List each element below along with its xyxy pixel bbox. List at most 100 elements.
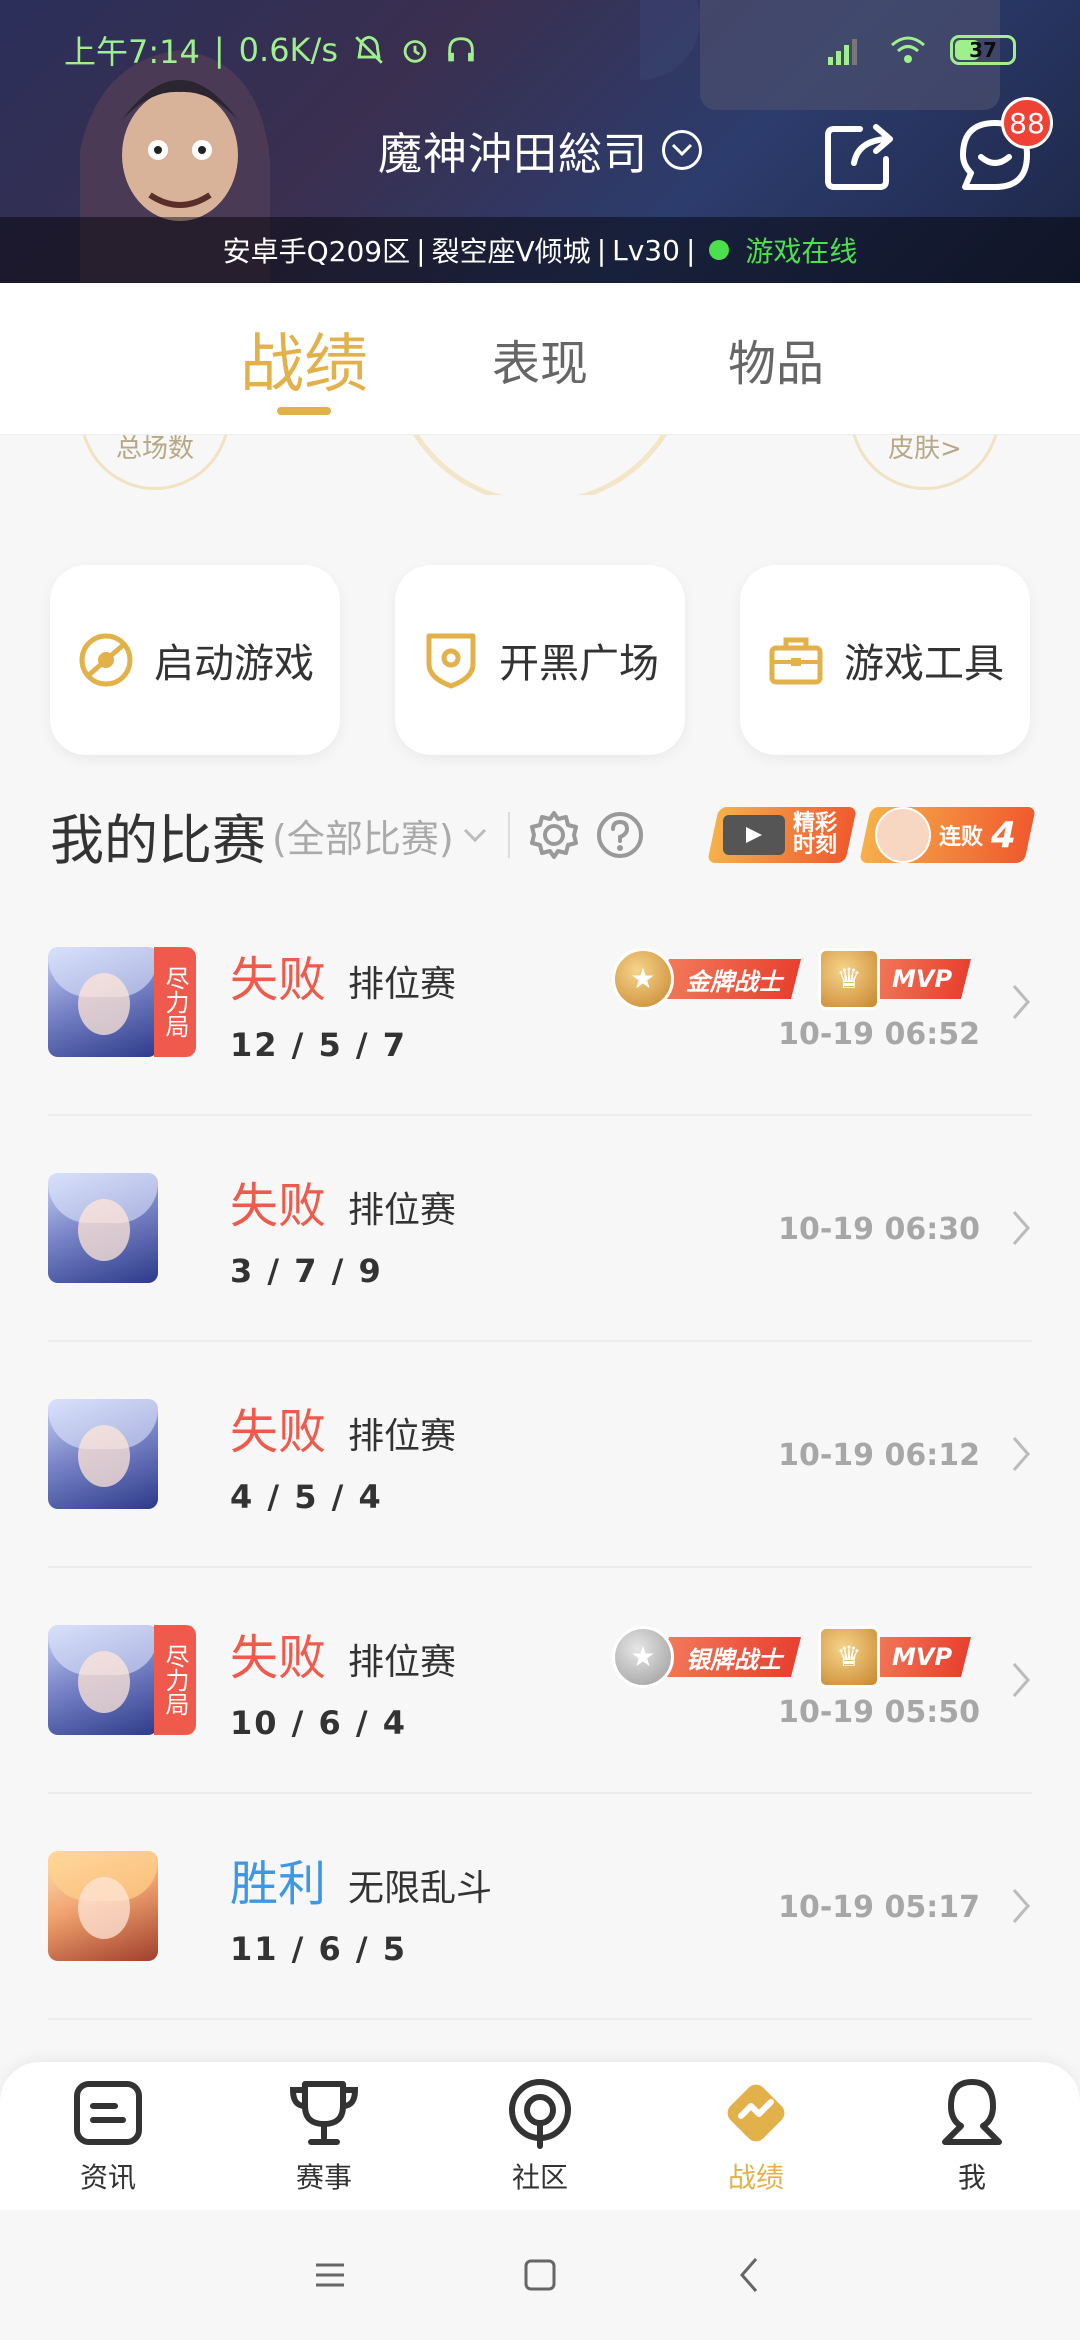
menu-icon[interactable] [310, 2255, 350, 2295]
match-mode: 无限乱斗 [348, 1868, 493, 1909]
toolbox-icon [769, 637, 823, 685]
team-square-button[interactable]: 开黑广场 [395, 565, 685, 755]
match-time: 10-19 05:50 [778, 1694, 980, 1730]
nav-records[interactable]: 战绩 [676, 2076, 836, 2196]
losing-streak-banner[interactable]: 连败 4 [858, 807, 1036, 863]
status-bar: 上午7:14 | 0.6K/s 37 [0, 0, 1080, 100]
match-time: 10-19 06:30 [778, 1211, 980, 1247]
trophy-icon: ♛ [817, 947, 880, 1010]
community-icon [509, 2079, 571, 2149]
tab-performance[interactable]: 表现 [422, 283, 658, 435]
award-label: MVP [891, 964, 952, 993]
effort-tag-text: 尽力局 [161, 966, 189, 1038]
game-tools-button[interactable]: 游戏工具 [740, 565, 1030, 755]
highlight-line1: 精彩 [792, 811, 837, 836]
highlight-moments-text: 精彩 时刻 [792, 811, 837, 858]
matches-banners: 精彩 时刻 连败 4 [706, 807, 1036, 863]
effort-tag: 尽力局 [154, 947, 196, 1057]
launch-game-label: 启动游戏 [154, 641, 314, 687]
nav-events[interactable]: 赛事 [244, 2076, 404, 2196]
match-meta: 10-19 06:30 [778, 1116, 1032, 1342]
video-camera-icon [722, 815, 785, 855]
match-meta: 10-19 06:12 [778, 1342, 1032, 1568]
profile-header: 上午7:14 | 0.6K/s 37 魔神沖田総司 88 安卓手Q209区 | … [0, 0, 1080, 283]
gear-icon[interactable] [528, 809, 580, 861]
chevron-right-icon [1012, 1663, 1030, 1697]
silver-medal-icon: ★ [611, 1625, 674, 1688]
matches-header: 我的比赛 (全部比赛) 精彩 时刻 连败 4 [50, 795, 1036, 875]
nav-community[interactable]: 社区 [460, 2076, 620, 2196]
back-icon[interactable] [730, 2255, 770, 2295]
nav-news[interactable]: 资讯 [28, 2076, 188, 2196]
match-awards: ★ 银牌战士 ♛ MVP [611, 1625, 980, 1688]
headphone-icon [448, 37, 474, 62]
player-name: 魔神沖田総司 [378, 129, 648, 180]
hero-avatar [48, 1851, 158, 1961]
mvp-award: ♛ MVP [817, 947, 980, 1010]
status-network-speed: 0.6K/s [238, 31, 338, 69]
total-games-circle[interactable]: 总场数 [80, 435, 230, 490]
home-icon[interactable] [520, 2255, 560, 2295]
mute-icon [355, 35, 383, 64]
match-row[interactable]: 尽力局 失败 排位赛 12 / 5 / 7 ★ 金牌战士 ♛ MVP 10-19… [48, 890, 1032, 1116]
highlight-line2: 时刻 [792, 833, 837, 858]
gold-medal-icon: ★ [611, 947, 674, 1010]
player-level: Lv30 [612, 233, 680, 267]
award-label: 金牌战士 [685, 967, 782, 995]
match-row[interactable]: 失败 排位赛 3 / 7 / 9 10-19 06:30 [48, 1116, 1032, 1342]
server-name: 安卓手Q209区 [222, 235, 411, 268]
share-icon[interactable] [820, 115, 900, 195]
match-list: 尽力局 失败 排位赛 12 / 5 / 7 ★ 金牌战士 ♛ MVP 10-19… [48, 890, 1032, 2020]
tab-records[interactable]: 战绩 [186, 283, 422, 435]
chat-button[interactable]: 88 [955, 97, 1053, 195]
team-name: 裂空座V倾城 [431, 235, 591, 268]
effort-tag: 尽力局 [154, 1625, 196, 1735]
nav-profile[interactable]: 我 [892, 2076, 1052, 2196]
hero-avatar [48, 1173, 158, 1283]
launch-icon [79, 633, 133, 687]
match-result: 失败 [230, 1178, 327, 1234]
dropdown-icon[interactable] [662, 130, 702, 170]
chevron-right-icon [1012, 985, 1030, 1019]
nav-records-label: 战绩 [727, 2161, 784, 2194]
battery-icon: 37 [950, 35, 1016, 65]
match-info: 胜利 无限乱斗 11 / 6 / 5 [230, 1844, 492, 1968]
nav-profile-label: 我 [957, 2161, 986, 2194]
skins-circle[interactable]: 皮肤> [850, 435, 1000, 490]
matches-filter-dropdown[interactable]: (全部比赛) [272, 808, 488, 863]
status-time: 上午7:14 [64, 33, 200, 71]
gold-warrior-award: ★ 金牌战士 [611, 947, 810, 1010]
match-info: 失败 排位赛 12 / 5 / 7 [230, 940, 456, 1064]
alarm-icon [403, 40, 427, 63]
match-info: 失败 排位赛 4 / 5 / 4 [230, 1392, 456, 1516]
player-selector[interactable]: 魔神沖田総司 [0, 110, 1080, 190]
match-info: 失败 排位赛 10 / 6 / 4 [230, 1618, 456, 1742]
match-row[interactable]: 胜利 无限乱斗 11 / 6 / 5 10-19 05:17 [48, 1794, 1032, 2020]
match-mode: 排位赛 [348, 1642, 457, 1683]
match-row[interactable]: 失败 排位赛 4 / 5 / 4 10-19 06:12 [48, 1342, 1032, 1568]
chevron-right-icon [1012, 1437, 1030, 1471]
shield-icon [426, 633, 476, 689]
match-kda: 10 / 6 / 4 [230, 1704, 407, 1742]
match-kda: 3 / 7 / 9 [230, 1252, 383, 1290]
match-meta: 10-19 05:17 [778, 1794, 1032, 2020]
game-tools-label: 游戏工具 [844, 641, 1004, 687]
online-dot-icon [709, 240, 730, 260]
match-awards: ★ 金牌战士 ♛ MVP [611, 947, 980, 1010]
help-icon[interactable] [594, 809, 646, 861]
launch-game-button[interactable]: 启动游戏 [50, 565, 340, 755]
tab-items[interactable]: 物品 [658, 283, 894, 435]
streak-avatar-icon [874, 807, 931, 863]
total-games-label: 总场数 [115, 435, 194, 464]
server-info-bar: 安卓手Q209区 | 裂空座V倾城 | Lv30 | 游戏在线 [0, 217, 1080, 283]
match-kda: 12 / 5 / 7 [230, 1026, 407, 1064]
match-kda: 11 / 6 / 5 [230, 1930, 407, 1968]
highlight-moments-banner[interactable]: 精彩 时刻 [706, 807, 857, 863]
match-time: 10-19 06:12 [778, 1437, 980, 1473]
match-row[interactable]: 尽力局 失败 排位赛 10 / 6 / 4 ★ 银牌战士 ♛ MVP 10-19… [48, 1568, 1032, 1794]
news-icon [74, 2081, 142, 2145]
signal-icon [828, 39, 857, 65]
streak-count: 4 [990, 814, 1016, 856]
trophy-icon [289, 2081, 359, 2145]
match-mode: 排位赛 [348, 1416, 457, 1457]
